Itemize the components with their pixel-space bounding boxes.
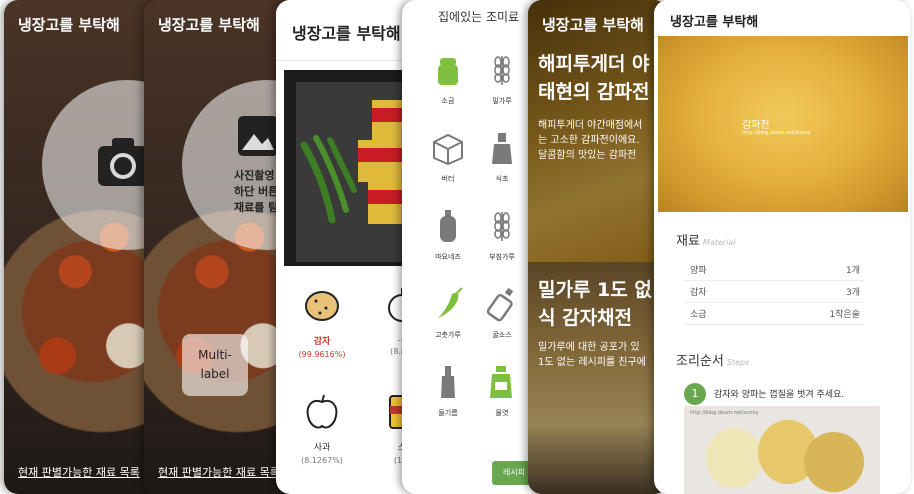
recipe-title: 해피투게더 야 bbox=[538, 53, 650, 75]
condiment-9[interactable]: 들기름 bbox=[418, 364, 478, 418]
condiment-label: 부침가루 bbox=[489, 253, 515, 261]
hint-line: 재료를 탐 bbox=[234, 201, 279, 214]
app-title: 냉장고를 부탁해 bbox=[670, 15, 759, 30]
detected-item-probability: (99.9616%) bbox=[298, 350, 346, 359]
steps-heading-text: 조리순서 bbox=[676, 354, 724, 369]
condiment-4[interactable]: 식초 bbox=[472, 130, 532, 184]
submit-label: 레시피 bbox=[502, 468, 526, 477]
chili-pepper-icon bbox=[418, 286, 478, 326]
multilabel-text: Multi- bbox=[198, 348, 232, 362]
step-number-badge: 1 bbox=[684, 383, 706, 405]
detected-item-label: 사과 bbox=[313, 443, 331, 453]
detected-item-probability: (8.1267%) bbox=[301, 456, 343, 465]
recipe-card[interactable]: 밀가루 1도 없 식 감자채전 밀가루에 대한 공포가 있 1도 없는 레시피를… bbox=[528, 262, 668, 494]
material-row: 소금 1작은술 bbox=[684, 302, 864, 325]
material-row: 양파 1개 bbox=[684, 258, 864, 281]
recipe-hero-image: 감파전 http://blog.daum.net/sunny bbox=[658, 36, 908, 212]
screen-recipe-detail: 냉장고를 부탁해 감파전 http://blog.daum.net/sunny … bbox=[654, 0, 910, 494]
condiment-10[interactable]: 물엿 bbox=[472, 364, 532, 418]
recipe-desc: 밀가루에 대한 공포가 있 bbox=[538, 342, 640, 353]
app-title: 냉장고를 부탁해 bbox=[158, 16, 260, 34]
hint-line: 하단 버튼 bbox=[234, 185, 279, 198]
oil-bottle-icon bbox=[418, 364, 478, 404]
app-title: 냉장고를 부탁해 bbox=[292, 24, 401, 43]
material-heading: 재료 Material bbox=[676, 230, 735, 249]
step-number: 1 bbox=[691, 387, 699, 400]
condiment-label: 굴소스 bbox=[492, 331, 512, 339]
recipe-title: 밀가루 1도 없 bbox=[538, 279, 652, 301]
recipe-desc: 1도 없는 레시피를 친구에 bbox=[538, 357, 646, 368]
app-title: 냉장고를 부탁해 bbox=[18, 16, 120, 34]
step-image: http://blog.daum.net/sunny bbox=[684, 406, 880, 494]
material-name: 소금 bbox=[690, 310, 707, 320]
condiment-title: 집에있는 조미료 bbox=[438, 10, 520, 24]
capture-hint: 사진촬영 하단 버튼 재료를 탐 bbox=[234, 168, 278, 216]
material-quantity: 3개 bbox=[845, 288, 860, 298]
condiment-6[interactable]: 부침가루 bbox=[472, 208, 532, 262]
wheat-icon bbox=[472, 208, 532, 248]
condiment-label: 밀가루 bbox=[492, 97, 512, 105]
detected-item[interactable]: 감자 (99.9616%) bbox=[282, 286, 362, 359]
condiment-label: 식초 bbox=[495, 175, 509, 183]
salt-shaker-icon bbox=[418, 52, 478, 92]
material-quantity: 1작은술 bbox=[829, 310, 860, 320]
material-quantity: 1개 bbox=[845, 266, 860, 276]
material-row: 감자 3개 bbox=[684, 280, 864, 303]
condiment-label: 고춧가루 bbox=[435, 331, 461, 339]
syrup-icon bbox=[472, 364, 532, 404]
detected-item[interactable]: 사과 (8.1267%) bbox=[282, 392, 362, 465]
multilabel-button[interactable]: Multi- label bbox=[182, 334, 248, 396]
material-name: 양파 bbox=[690, 266, 707, 276]
recipe-desc: 는 고소한 감파전이에요. bbox=[538, 135, 640, 146]
recipe-desc: 달콤함의 맛있는 감파전 bbox=[538, 150, 637, 161]
material-heading-text: 재료 bbox=[676, 234, 700, 249]
detected-item-label: 감자 bbox=[313, 337, 331, 347]
app-title: 냉장고를 부탁해 bbox=[542, 16, 644, 34]
step-text: 감자와 양파는 껍질을 벗겨 주세요. bbox=[714, 390, 845, 400]
mayonnaise-icon bbox=[418, 208, 478, 248]
screen-condiments: 집에있는 조미료 소금 밀가루버터 식초마요네즈 부침가루고춧가루 굴소스들기름 물엿 레… bbox=[402, 0, 542, 494]
apple-icon bbox=[282, 392, 362, 436]
step-image-watermark: http://blog.daum.net/sunny bbox=[690, 410, 759, 416]
oyster-sauce-icon bbox=[472, 286, 532, 326]
condiment-8[interactable]: 굴소스 bbox=[472, 286, 532, 340]
condiment-3[interactable]: 버터 bbox=[418, 130, 478, 184]
material-name: 감자 bbox=[690, 288, 707, 298]
condiment-label: 버터 bbox=[441, 175, 455, 183]
material-subheading: Material bbox=[702, 238, 736, 247]
condiment-label: 물엿 bbox=[495, 409, 509, 417]
recipe-title: 태현의 감파전 bbox=[538, 81, 650, 103]
hint-line: 사진촬영 bbox=[234, 169, 275, 182]
ingredient-list-link[interactable]: 현재 판별가능한 재료 목록 bbox=[18, 464, 140, 480]
wheat-icon bbox=[472, 52, 532, 92]
image-icon bbox=[236, 114, 280, 162]
condiment-label: 소금 bbox=[441, 97, 455, 105]
condiment-label: 들기름 bbox=[438, 409, 458, 417]
multilabel-text: label bbox=[200, 367, 230, 381]
ingredient-list-link[interactable]: 현재 판별가능한 재료 목록 bbox=[158, 464, 280, 480]
vinegar-bottle-icon bbox=[472, 130, 532, 170]
condiment-5[interactable]: 마요네즈 bbox=[418, 208, 478, 262]
potato-icon bbox=[282, 286, 362, 330]
steps-heading: 조리순서 Steps bbox=[676, 350, 749, 369]
screen-recipe-list: 해피투게더 야 태현의 감파전 해피투게더 야간매점에서 는 고소한 감파전이에… bbox=[528, 0, 668, 494]
recipe-desc: 해피투게더 야간매점에서 bbox=[538, 120, 643, 131]
hero-caption: 감파전 bbox=[742, 120, 770, 131]
condiment-2[interactable]: 밀가루 bbox=[472, 52, 532, 106]
condiment-1[interactable]: 소금 bbox=[418, 52, 478, 106]
recipe-card[interactable]: 해피투게더 야 태현의 감파전 해피투게더 야간매점에서 는 고소한 감파전이에… bbox=[528, 0, 668, 262]
condiment-7[interactable]: 고춧가루 bbox=[418, 286, 478, 340]
recipe-title: 식 감자채전 bbox=[538, 307, 633, 329]
hero-watermark: http://blog.daum.net/sunny bbox=[742, 130, 811, 136]
butter-cube-icon bbox=[418, 130, 478, 170]
steps-subheading: Steps bbox=[726, 358, 750, 367]
step-item: 1 감자와 양파는 껍질을 벗겨 주세요. bbox=[684, 382, 904, 405]
condiment-label: 마요네즈 bbox=[435, 253, 461, 261]
